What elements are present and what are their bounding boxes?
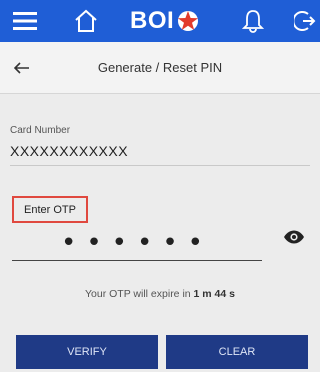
card-number-label: Card Number xyxy=(10,125,71,136)
eye-icon[interactable] xyxy=(282,227,306,247)
otp-timer-prefix: Your OTP will expire in xyxy=(84,288,194,300)
otp-timer-text: Your OTP will expire in 1 m 44 s xyxy=(0,288,320,300)
logo-text: BOI xyxy=(130,7,175,34)
logout-icon[interactable] xyxy=(290,0,320,42)
otp-input[interactable] xyxy=(12,225,262,261)
card-number-value: XXXXXXXXXXXX xyxy=(10,143,129,159)
star-icon xyxy=(178,11,199,31)
otp-label: Enter OTP xyxy=(12,196,88,223)
otp-label-text: Enter OTP xyxy=(24,203,76,216)
otp-timer-value: 1 m 44 s xyxy=(193,288,235,300)
page-title: Generate / Reset PIN xyxy=(97,60,223,75)
card-number-underline xyxy=(10,165,310,166)
clear-button[interactable]: CLEAR xyxy=(166,335,308,369)
bell-icon[interactable] xyxy=(236,0,270,42)
home-icon[interactable] xyxy=(66,0,106,42)
page-header: Generate / Reset PIN xyxy=(0,42,320,94)
verify-button[interactable]: VERIFY xyxy=(16,335,158,369)
top-app-bar: BOI xyxy=(0,0,320,42)
form-content: Card Number XXXXXXXXXXXX Enter OTP Your … xyxy=(0,95,320,372)
menu-icon[interactable] xyxy=(8,0,42,42)
boi-logo: BOI xyxy=(130,5,200,37)
